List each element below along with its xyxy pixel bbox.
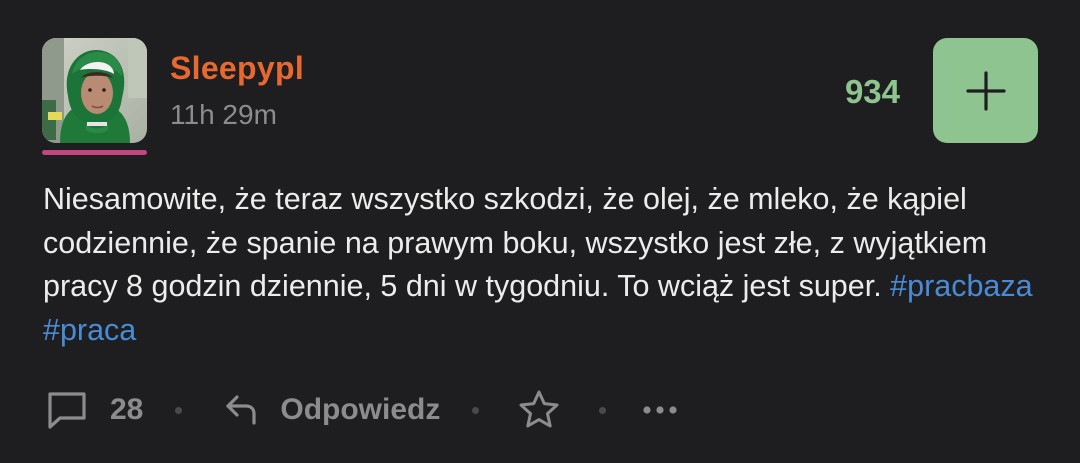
favorite-button[interactable] (517, 388, 561, 432)
reply-label: Odpowiedz (280, 393, 441, 426)
more-icon (643, 406, 677, 414)
reply-button[interactable]: Odpowiedz (222, 391, 440, 429)
comment-icon (48, 392, 86, 429)
separator-dot (599, 406, 607, 414)
author-name[interactable]: Sleepypl (170, 50, 304, 87)
separator-dot (472, 406, 480, 414)
more-options-button[interactable] (642, 404, 678, 416)
plus-icon (965, 70, 1006, 111)
plus-vote-button[interactable] (933, 38, 1038, 143)
separator-dot (175, 406, 183, 414)
reply-icon (226, 395, 256, 425)
post-actions: 28 Odpowiedz (44, 385, 678, 435)
vote-count: 934 (844, 73, 900, 110)
post-body-text: Niesamowite, że teraz wszystko szkodzi, … (43, 182, 988, 303)
hashtag-link[interactable]: #praca (43, 313, 136, 347)
post-content: Niesamowite, że teraz wszystko szkodzi, … (43, 178, 1053, 352)
avatar-underline (42, 150, 147, 155)
post-card: Sleepypl 11h 29m 934 Niesamowite, że ter… (0, 0, 1080, 463)
star-icon (519, 390, 559, 428)
avatar[interactable] (42, 38, 147, 143)
post-timestamp[interactable]: 11h 29m (170, 99, 277, 131)
comments-button[interactable]: 28 (44, 388, 143, 432)
hashtag-link[interactable]: #pracbaza (890, 269, 1032, 303)
comments-count: 28 (110, 393, 144, 426)
avatar-container[interactable] (42, 38, 147, 156)
